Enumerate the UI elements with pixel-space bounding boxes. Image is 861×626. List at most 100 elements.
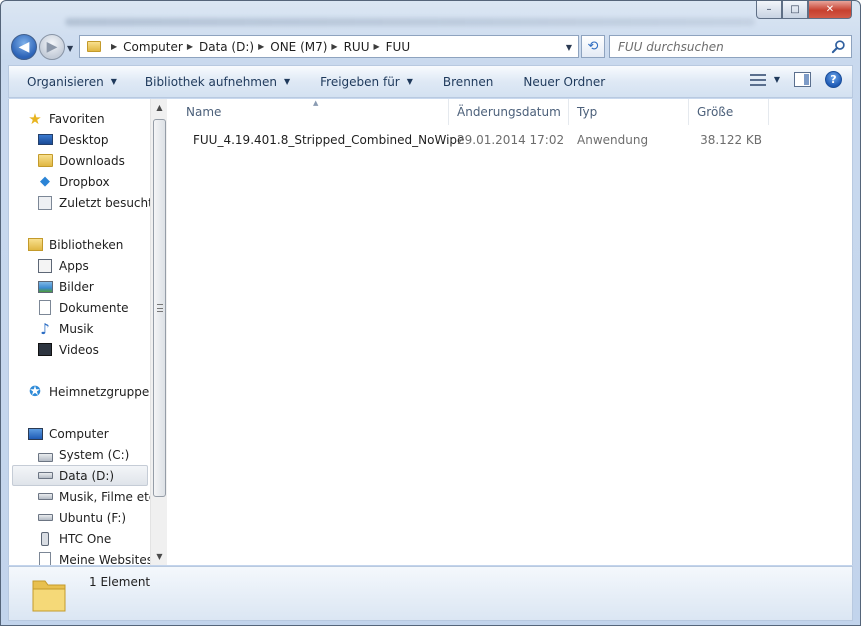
recent-places-icon xyxy=(37,195,53,211)
sidebar-item-label: Heimnetzgruppe xyxy=(49,384,150,399)
new-folder-button[interactable]: Neuer Ordner xyxy=(503,66,615,97)
minimize-button[interactable]: – xyxy=(756,1,782,19)
breadcrumb-label: FUU xyxy=(385,39,411,54)
burn-button[interactable]: Brennen xyxy=(423,66,503,97)
sidebar-item-ubuntu-f[interactable]: Ubuntu (F:) xyxy=(37,507,126,528)
column-date[interactable]: Änderungsdatum xyxy=(449,99,569,125)
sidebar-item-label: Computer xyxy=(49,426,109,441)
windows-drive-icon xyxy=(37,447,53,463)
sidebar-item-label: Favoriten xyxy=(49,111,105,126)
sidebar-item-libraries[interactable]: Bibliotheken xyxy=(27,234,123,255)
file-name-cell: FUU_4.19.401.8_Stripped_Combined_NoWipe xyxy=(168,133,464,147)
organize-menu[interactable]: Organisieren ▼ xyxy=(9,66,127,97)
refresh-button[interactable]: ⟲ xyxy=(581,35,605,58)
file-name: FUU_4.19.401.8_Stripped_Combined_NoWipe xyxy=(193,133,465,147)
change-view-button[interactable]: ▼ xyxy=(749,73,780,87)
close-button[interactable]: ✕ xyxy=(808,1,852,19)
search-box xyxy=(609,35,852,58)
breadcrumb-one-m7[interactable]: ONE (M7) ▶ xyxy=(270,40,343,54)
breadcrumb-ruu[interactable]: RUU ▶ xyxy=(344,40,386,54)
column-name[interactable]: ▲ Name xyxy=(168,99,449,125)
forward-button[interactable]: ▶ xyxy=(39,34,65,60)
sidebar-item-apps[interactable]: Apps xyxy=(37,255,89,276)
pictures-icon xyxy=(37,279,53,295)
search-input[interactable] xyxy=(618,39,828,54)
sidebar-item-desktop[interactable]: Desktop xyxy=(37,129,109,150)
file-type: Anwendung xyxy=(577,133,649,147)
help-icon[interactable]: ? xyxy=(825,71,842,88)
breadcrumb-label: RUU xyxy=(343,39,370,54)
preview-pane-toggle-icon[interactable] xyxy=(794,72,811,87)
chevron-right-icon: ▶ xyxy=(186,42,193,51)
downloads-folder-icon xyxy=(37,153,53,169)
details-view-icon xyxy=(749,73,766,87)
sidebar-item-musik-filme[interactable]: Musik, Filme etc. xyxy=(37,486,150,507)
film-strip-icon xyxy=(37,342,53,358)
blurred-background-text xyxy=(65,18,755,26)
include-library-menu[interactable]: Bibliothek aufnehmen ▼ xyxy=(127,66,300,97)
sidebar-item-recent[interactable]: Zuletzt besucht xyxy=(37,192,150,213)
sort-ascending-icon: ▲ xyxy=(313,99,319,107)
sidebar-item-label: Meine Websites a xyxy=(59,552,150,566)
scroll-down-icon[interactable]: ▼ xyxy=(151,548,168,565)
chevron-right-icon: ▶ xyxy=(373,42,380,51)
details-pane: 1 Element xyxy=(8,566,853,621)
folder-icon xyxy=(87,41,101,52)
search-icon[interactable] xyxy=(831,39,846,54)
breadcrumb-label: Data (D:) xyxy=(198,39,255,54)
scroll-up-icon[interactable]: ▲ xyxy=(151,99,168,116)
library-icon xyxy=(27,237,43,253)
chevron-down-icon: ▼ xyxy=(283,77,291,86)
sidebar-item-computer[interactable]: Computer xyxy=(27,423,109,444)
sidebar-item-videos[interactable]: Videos xyxy=(37,339,99,360)
title-bar: – □ ✕ xyxy=(1,1,860,29)
sidebar-item-homegroup[interactable]: ✪ Heimnetzgruppe xyxy=(27,381,149,402)
sidebar-item-htc-one[interactable]: HTC One xyxy=(37,528,111,549)
sidebar-item-dropbox[interactable]: ◆ Dropbox xyxy=(37,171,110,192)
column-size[interactable]: Größe xyxy=(689,99,769,125)
window-controls: – □ ✕ xyxy=(756,1,852,19)
breadcrumb-start[interactable]: ▶ xyxy=(107,42,123,51)
maximize-button[interactable]: □ xyxy=(782,1,808,19)
scrollbar-thumb[interactable] xyxy=(153,119,166,497)
sidebar-item-label: Ubuntu (F:) xyxy=(59,510,127,525)
command-bar: Organisieren ▼ Bibliothek aufnehmen ▼ Frei… xyxy=(8,65,853,98)
phone-icon xyxy=(37,531,53,547)
main-content: ★ Favoriten Desktop Downloads ◆ Dropbox … xyxy=(8,99,853,565)
chevron-down-icon: ▼ xyxy=(406,77,413,86)
desktop-icon xyxy=(37,132,53,148)
sidebar-item-websites[interactable]: Meine Websites a xyxy=(37,549,150,565)
chevron-right-icon: ▶ xyxy=(111,42,118,51)
sidebar-item-label: Videos xyxy=(59,342,99,357)
chevron-down-icon: ▼ xyxy=(773,75,780,84)
breadcrumb-data-d[interactable]: Data (D:) ▶ xyxy=(199,40,270,54)
sidebar-item-downloads[interactable]: Downloads xyxy=(37,150,125,171)
sidebar-item-label: Desktop xyxy=(59,132,109,147)
file-date: 29.01.2014 17:02 xyxy=(457,133,565,147)
column-label: Typ xyxy=(577,105,598,119)
breadcrumb-computer[interactable]: Computer ▶ xyxy=(123,40,199,54)
table-row[interactable]: FUU_4.19.401.8_Stripped_Combined_NoWipe … xyxy=(168,129,762,151)
sidebar-item-pictures[interactable]: Bilder xyxy=(37,276,94,297)
column-type[interactable]: Typ xyxy=(569,99,689,125)
chevron-down-icon: ▼ xyxy=(565,43,572,52)
breadcrumb-fuu[interactable]: FUU xyxy=(386,40,410,54)
address-history-dropdown[interactable]: ▼ xyxy=(566,43,572,52)
navigation-scrollbar[interactable]: ▲ ▼ xyxy=(150,99,167,565)
recent-pages-dropdown[interactable]: ▼ xyxy=(67,44,73,53)
sidebar-item-system-c[interactable]: System (C:) xyxy=(37,444,129,465)
share-menu[interactable]: Freigeben für ▼ xyxy=(300,66,423,97)
sidebar-item-music[interactable]: ♪ Musik xyxy=(37,318,93,339)
new-folder-label: Neuer Ordner xyxy=(523,74,606,89)
back-button[interactable]: ◀ xyxy=(11,34,37,60)
document-icon xyxy=(37,300,53,316)
hard-drive-icon xyxy=(37,489,53,505)
address-bar[interactable]: ▶ Computer ▶ Data (D:) ▶ ONE (M7) ▶ RUU ▶ FU… xyxy=(79,35,579,58)
music-note-icon: ♪ xyxy=(40,319,50,338)
sidebar-item-label: Bilder xyxy=(59,279,94,294)
sidebar-item-label: Dokumente xyxy=(59,300,129,315)
chevron-down-icon: ▼ xyxy=(110,77,117,86)
sidebar-item-favorites[interactable]: ★ Favoriten xyxy=(27,108,105,129)
sidebar-item-documents[interactable]: Dokumente xyxy=(37,297,129,318)
sidebar-item-data-d[interactable]: Data (D:) xyxy=(12,465,148,486)
